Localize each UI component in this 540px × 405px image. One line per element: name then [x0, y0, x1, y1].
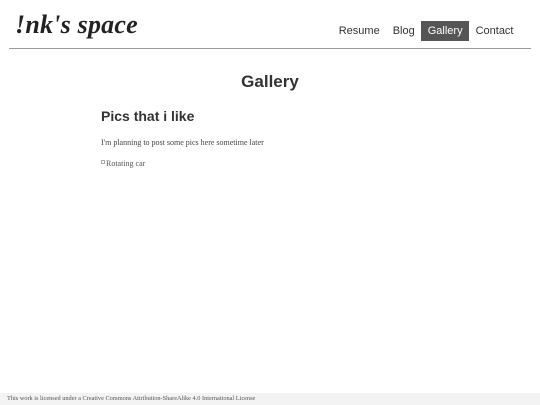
- nav-blog[interactable]: Blog: [386, 21, 421, 41]
- nav-contact[interactable]: Contact: [469, 21, 520, 41]
- section-title: Pics that i like: [101, 108, 195, 124]
- section-text: I'm planning to post some pics here some…: [101, 138, 264, 147]
- broken-image-icon: [101, 160, 105, 164]
- gallery-image: Rotating car: [101, 159, 145, 168]
- nav-gallery[interactable]: Gallery: [421, 21, 470, 41]
- page-title: Gallery: [241, 72, 299, 91]
- license-text[interactable]: This work is licensed under a Creative C…: [7, 395, 255, 402]
- site-logo[interactable]: !nk's space: [15, 10, 138, 40]
- image-alt-text: Rotating car: [106, 159, 146, 168]
- site-header: !nk's space Resume Blog Gallery Contact: [9, 0, 531, 49]
- main-nav: Resume Blog Gallery Contact: [332, 21, 520, 41]
- site-footer: This work is licensed under a Creative C…: [0, 393, 540, 405]
- nav-resume[interactable]: Resume: [332, 21, 386, 41]
